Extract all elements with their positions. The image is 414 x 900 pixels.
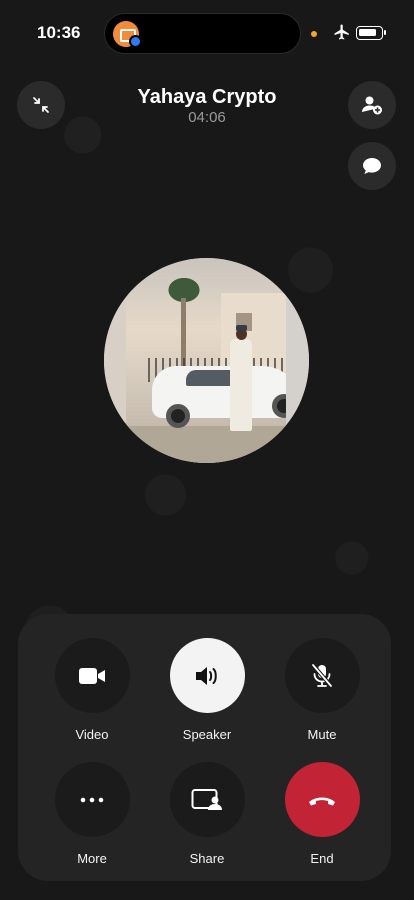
privacy-indicator-dot <box>311 31 317 37</box>
more-dots-icon <box>80 797 104 802</box>
screen-share-icon <box>191 788 222 810</box>
end-call-icon <box>309 797 335 805</box>
video-button[interactable]: Video <box>54 638 130 742</box>
more-label: More <box>77 851 107 866</box>
caller-avatar <box>104 258 309 463</box>
share-screen-button[interactable]: Share <box>169 762 245 866</box>
badge-icon <box>129 35 142 48</box>
dynamic-island[interactable] <box>104 13 301 54</box>
status-time: 10:36 <box>37 23 81 42</box>
chat-bubble-icon <box>363 158 381 174</box>
message-button[interactable] <box>348 142 396 190</box>
add-participant-button[interactable] <box>348 81 396 129</box>
speaker-label: Speaker <box>182 727 232 742</box>
mute-label: Mute <box>307 727 337 742</box>
call-controls-panel: Video Speaker Mute More Share End <box>18 614 391 881</box>
speaker-button[interactable]: Speaker <box>169 638 245 742</box>
mute-button[interactable]: Mute <box>284 638 360 742</box>
speaker-icon <box>196 666 217 685</box>
add-person-icon <box>362 96 382 115</box>
battery-icon <box>356 26 386 40</box>
more-button[interactable]: More <box>54 762 130 866</box>
status-bar: 10:36 <box>0 0 414 66</box>
end-label: End <box>310 851 334 866</box>
airplane-mode-icon <box>334 24 349 40</box>
video-label: Video <box>75 727 109 742</box>
end-call-button[interactable]: End <box>284 762 360 866</box>
share-label: Share <box>189 851 225 866</box>
video-camera-icon <box>79 667 105 684</box>
mic-off-icon <box>311 663 333 687</box>
